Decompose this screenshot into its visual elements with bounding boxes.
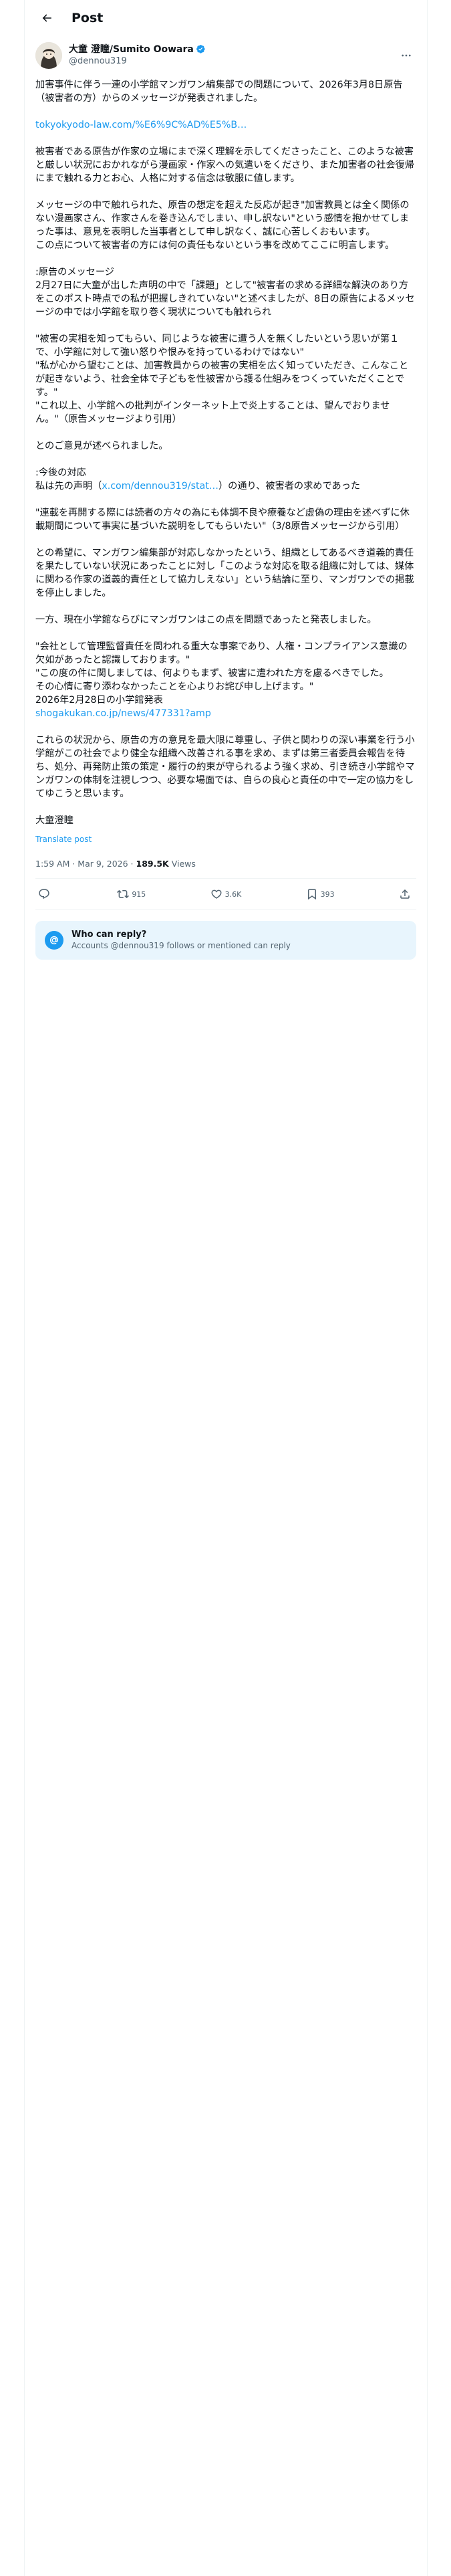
- reply-card-text: Who can reply? Accounts @dennou319 follo…: [71, 929, 291, 952]
- tweet-paragraph: ）の通り、被害者の求めであった: [218, 481, 361, 492]
- tweet-paragraph: :今後の対応 私は先の声明（: [35, 467, 102, 492]
- action-bar: 915 3.6K 393: [35, 878, 416, 910]
- main-column: Post 大童 澄瞳/Sumito Oowara @dennou319 加害事件…: [24, 0, 428, 2576]
- tweet-paragraph: これらの状況から、原告の方の意見を最大限に尊重し、子供と関わりの深い事業を行う小…: [35, 735, 415, 799]
- author-name-row[interactable]: 大童 澄瞳/Sumito Oowara: [69, 43, 396, 56]
- tweet-paragraph: との希望に、マンガワン編集部が対応しなかったという、組織としてあるべき道義的責任…: [35, 548, 414, 599]
- tweet-link[interactable]: x.com/dennou319/stat…: [102, 481, 218, 492]
- retweet-icon: [117, 889, 130, 899]
- bookmark-icon: [307, 889, 316, 900]
- views-label: Views: [168, 859, 196, 869]
- tweet-paragraph: とのご意見が述べられました。: [35, 441, 168, 451]
- tweet-text: 加害事件に伴う一連の小学館マンガワン編集部での問題について、2026年3月8日原…: [35, 78, 416, 827]
- tweet-paragraph: 加害事件に伴う一連の小学館マンガワン編集部での問題について、2026年3月8日原…: [35, 80, 403, 104]
- author-handle[interactable]: @dennou319: [69, 56, 396, 68]
- tweet-link[interactable]: tokyokyodo-law.com/%E6%9C%AD%E5%B…: [35, 120, 247, 130]
- author-row: 大童 澄瞳/Sumito Oowara @dennou319: [35, 41, 416, 70]
- avatar-illustration-icon: [35, 42, 62, 69]
- tweet-paragraph: "会社として管理監督責任を問われる重大な事案であり、人権・コンプライアンス意識の…: [35, 641, 408, 706]
- back-arrow-icon: [42, 13, 51, 22]
- author-info: 大童 澄瞳/Sumito Oowara @dennou319: [69, 43, 396, 68]
- back-button[interactable]: [35, 7, 58, 29]
- tweet-paragraph: 被害者である原告が作家の立場にまで深く理解を示してくださったこと、このような被害…: [35, 146, 414, 184]
- bookmark-count: 393: [320, 889, 335, 899]
- retweet-count: 915: [132, 889, 146, 899]
- tweet-paragraph: "連載を再開する際には読者の方々の為にも体調不良や療養など虚偽の理由を述べずに休…: [35, 508, 410, 532]
- tweet-paragraph: 一方、現在小学館ならびにマンガワンはこの点を問題であったと発表しました。: [35, 615, 377, 625]
- tweet-paragraph: メッセージの中で触れられた、原告の想定を超えた反応が起き"加害教員とは全く関係の…: [35, 200, 410, 251]
- share-icon: [400, 889, 410, 899]
- author-name[interactable]: 大童 澄瞳/Sumito Oowara: [69, 43, 194, 56]
- tweet: 大童 澄瞳/Sumito Oowara @dennou319 加害事件に伴う一連…: [25, 35, 427, 960]
- more-icon: [402, 54, 411, 57]
- like-count: 3.6K: [224, 889, 242, 899]
- reply-card-title: Who can reply?: [71, 930, 147, 940]
- tweet-link[interactable]: shogakukan.co.jp/news/477331?amp: [35, 708, 211, 719]
- reply-card-subtitle: Accounts @dennou319 follows or mentioned…: [71, 941, 291, 950]
- page-title: Post: [71, 10, 104, 25]
- tweet-meta: 1:59 AM · Mar 9, 2026 · 189.5K Views: [35, 858, 416, 878]
- share-button[interactable]: [399, 888, 414, 900]
- like-icon: [211, 889, 222, 899]
- who-can-reply-card: Who can reply? Accounts @dennou319 follo…: [35, 921, 416, 960]
- tweet-signature: 大童澄瞳: [35, 815, 73, 826]
- top-bar: Post: [25, 0, 427, 35]
- reply-button[interactable]: [38, 888, 53, 900]
- retweet-button[interactable]: 915: [117, 888, 146, 900]
- at-sign-badge: [45, 931, 63, 950]
- verified-badge-icon: [196, 45, 205, 53]
- avatar[interactable]: [35, 42, 62, 69]
- meta-separator: ·: [128, 859, 136, 869]
- bookmark-button[interactable]: 393: [306, 888, 335, 900]
- more-button[interactable]: [396, 45, 416, 66]
- tweet-timestamp[interactable]: 1:59 AM · Mar 9, 2026: [35, 859, 128, 869]
- tweet-paragraph: "被害の実相を知ってもらい、同じような被害に遭う人を無くしたいという思いが第１で…: [35, 334, 409, 425]
- views-count: 189.5K: [136, 859, 169, 869]
- reply-icon: [39, 889, 49, 899]
- at-sign-icon: [49, 936, 59, 945]
- like-button[interactable]: 3.6K: [210, 888, 242, 900]
- translate-post-link[interactable]: Translate post: [35, 834, 416, 845]
- tweet-paragraph: :原告のメッセージ 2月27日に大童が出した声明の中で「課題」として"被害者の求…: [35, 267, 415, 318]
